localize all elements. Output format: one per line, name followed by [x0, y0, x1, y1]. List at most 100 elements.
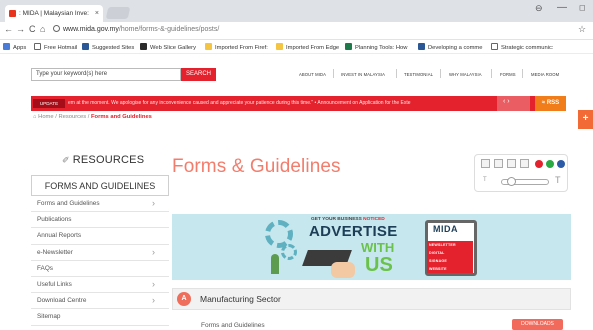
- ticker-nav-buttons[interactable]: ‹ ›: [497, 96, 530, 111]
- sidebar-item-label: FAQs: [37, 264, 53, 272]
- sidebar-item-sitemap[interactable]: Sitemap: [31, 309, 169, 326]
- bookmark-imported-edge[interactable]: Imported From Edge: [276, 43, 339, 51]
- mida-favicon-icon: [9, 10, 16, 17]
- nav-forms[interactable]: FORMS: [500, 72, 516, 77]
- forward-icon[interactable]: →: [16, 24, 25, 34]
- bookmark-developing[interactable]: Developing a comme: [418, 43, 482, 51]
- green-theme-dot[interactable]: [546, 160, 554, 168]
- sidebar-title: ✐ RESOURCES: [62, 154, 144, 166]
- nav-divider: [491, 69, 492, 78]
- search-button[interactable]: SEARCH: [181, 68, 216, 81]
- profile-icon[interactable]: ⊖: [535, 3, 543, 14]
- planning-tools-icon: [345, 43, 352, 50]
- contrast-icon[interactable]: [494, 159, 503, 168]
- ticker-text[interactable]: em at the moment. We apologise for any i…: [68, 100, 488, 108]
- bookmark-suggested-sites[interactable]: Suggested Sites: [82, 43, 134, 51]
- advertise-banner[interactable]: GET YOUR BUSINESS NOTICED ADVERTISE WITH…: [172, 214, 571, 280]
- sidebar-item-faqs[interactable]: FAQs: [31, 260, 169, 277]
- sidebar-item-download-centre[interactable]: Download Centre ›: [31, 293, 169, 310]
- sidebar-item-forms-and-guidelines[interactable]: Forms and Guidelines ›: [31, 196, 169, 213]
- side-plus-tab[interactable]: +: [578, 110, 593, 129]
- nav-divider: [396, 69, 397, 78]
- web-slice-icon: [140, 43, 147, 50]
- sidebar-item-e-newsletter[interactable]: e-Newsletter ›: [31, 244, 169, 261]
- ticker-arrows-icon[interactable]: ‹ ›: [503, 98, 510, 105]
- hand-illustration: [331, 262, 355, 278]
- plant-icon: [271, 254, 279, 274]
- sector-badge: A: [177, 292, 191, 306]
- bookmark-free-hotmail[interactable]: Free Hotmail: [34, 43, 77, 51]
- nav-about-mida[interactable]: ABOUT MIDA: [299, 72, 326, 77]
- tab-title: : MIDA | Malaysian Inve:: [19, 10, 89, 17]
- home-icon[interactable]: ⌂: [40, 24, 45, 34]
- info-icon[interactable]: [53, 25, 60, 32]
- chevron-right-icon: ›: [152, 246, 155, 257]
- sidebar-item-label: Useful Links: [37, 280, 72, 288]
- bookmark-strategic[interactable]: Strategic communic:: [491, 43, 554, 51]
- chevron-right-icon: ›: [152, 278, 155, 289]
- bookmark-web-slice-gallery[interactable]: Web Slice Gallery: [140, 43, 196, 51]
- banner-tagline: GET YOUR BUSINESS NOTICED: [311, 217, 385, 222]
- maximize-icon[interactable]: ◻: [579, 3, 586, 12]
- grayscale-icon[interactable]: [481, 159, 490, 168]
- rss-label: RSS: [546, 100, 560, 106]
- new-tab-button[interactable]: [105, 7, 131, 19]
- nav-testimonial[interactable]: TESTIMONIAL: [404, 72, 433, 77]
- folder-icon: [205, 43, 212, 50]
- rss-button[interactable]: ≈ RSS: [535, 96, 566, 111]
- font-increase-icon[interactable]: T: [555, 175, 561, 185]
- banner-artwork: GET YOUR BUSINESS NOTICED ADVERTISE WITH…: [261, 214, 483, 280]
- banner-red-line: DIGITAL: [427, 249, 473, 257]
- nav-divider: [440, 69, 441, 78]
- chevron-right-icon: ›: [152, 295, 155, 306]
- suggested-sites-icon: [82, 43, 89, 50]
- sector-title[interactable]: Manufacturing Sector: [200, 294, 281, 304]
- home-breadcrumb-icon: ⌂: [33, 114, 37, 120]
- nav-invest-in-malaysia[interactable]: INVEST IN MALAYSIA: [341, 72, 385, 77]
- nav-divider: [333, 69, 334, 78]
- red-theme-dot[interactable]: [535, 160, 543, 168]
- nav-media-room[interactable]: MEDIA ROOM: [531, 72, 559, 77]
- browser-tab[interactable]: : MIDA | Malaysian Inve: ×: [5, 5, 103, 22]
- gear-icon: [281, 244, 297, 260]
- invert-icon[interactable]: [507, 159, 516, 168]
- sidebar-item-annual-reports[interactable]: Annual Reports: [31, 228, 169, 245]
- breadcrumb-current: Forms and Guidelines: [91, 114, 152, 120]
- bookmarks-bar: Apps Free Hotmail Suggested Sites Web Sl…: [0, 40, 593, 54]
- folder-icon: [276, 43, 283, 50]
- font-size-slider-handle[interactable]: [507, 177, 516, 186]
- blue-theme-dot[interactable]: [557, 160, 565, 168]
- sidebar-item-useful-links[interactable]: Useful Links ›: [31, 276, 169, 294]
- sidebar-item-label: Download Centre: [37, 297, 87, 305]
- back-icon[interactable]: ←: [4, 24, 13, 34]
- bookmark-apps[interactable]: Apps: [3, 43, 26, 51]
- apps-grid-icon: [3, 43, 10, 50]
- chevron-right-icon: ›: [152, 198, 155, 208]
- reset-icon[interactable]: [520, 159, 529, 168]
- url-host: www.mida.gov.my: [63, 26, 119, 33]
- sidebar-title-text: RESOURCES: [72, 154, 145, 166]
- banner-red-line: WEBSITE: [427, 265, 473, 273]
- banner-red-line: NEWSLETTER: [427, 241, 473, 249]
- sidebar-item-label: Publications: [37, 216, 72, 224]
- breadcrumb-resources[interactable]: Resources: [58, 114, 86, 120]
- close-tab-icon[interactable]: ×: [95, 5, 99, 22]
- developing-icon: [418, 43, 425, 50]
- bookmark-star-icon[interactable]: ☆: [578, 24, 586, 35]
- minimize-icon[interactable]: —: [557, 2, 567, 13]
- banner-with: WITH: [361, 240, 395, 255]
- bookmark-planning-tools[interactable]: Planning Tools: How: [345, 43, 407, 51]
- url-field[interactable]: www.mida.gov.my/home/forms-&-guidelines/…: [53, 25, 219, 33]
- font-decrease-icon[interactable]: T: [483, 177, 487, 183]
- breadcrumb-home[interactable]: Home: [38, 114, 53, 120]
- downloads-button[interactable]: DOWNLOADS: [512, 319, 563, 330]
- search-input[interactable]: Type your keyword(s) here: [31, 68, 181, 81]
- sidebar-item-label: e-Newsletter: [37, 248, 73, 256]
- nav-why-malaysia[interactable]: WHY MALAYSIA: [449, 72, 482, 77]
- nav-divider: [522, 69, 523, 78]
- bookmark-imported-firefox[interactable]: Imported From Firef:: [205, 43, 268, 51]
- tag-icon: ✐: [62, 155, 70, 165]
- url-path: /home/forms-&-guidelines/posts/: [118, 26, 220, 33]
- reload-icon[interactable]: C: [29, 24, 36, 34]
- sidebar-item-publications[interactable]: Publications: [31, 212, 169, 229]
